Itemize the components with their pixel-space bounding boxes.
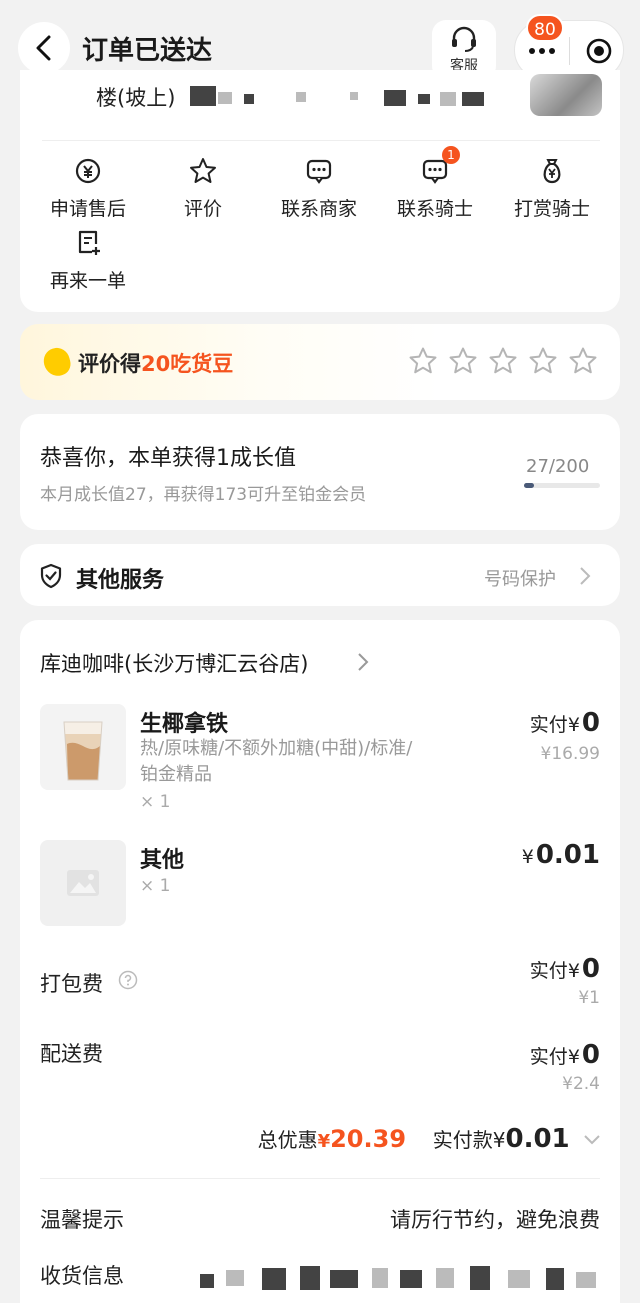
star-outline-icon[interactable] xyxy=(488,346,518,376)
paid-total-currency: ¥ xyxy=(492,1128,506,1152)
product-original-price: ¥16.99 xyxy=(540,744,600,764)
paid-amount: 0 xyxy=(581,708,600,738)
discount-currency: ¥ xyxy=(317,1131,331,1152)
chat-icon xyxy=(306,159,332,184)
product-name: 其他 xyxy=(140,848,185,873)
star-outline-icon[interactable] xyxy=(448,346,478,376)
rate-button[interactable]: 评价 xyxy=(145,156,261,221)
rating-reward: 20吃货豆 xyxy=(141,352,234,376)
chevron-down-icon xyxy=(584,1135,600,1145)
other-services-title: 其他服务 xyxy=(76,568,165,593)
address-text: 楼(坡上) xyxy=(96,86,176,110)
tip-label: 温馨提示 xyxy=(40,1208,124,1232)
currency-symbol: ¥ xyxy=(567,1046,580,1068)
rider-photo-thumbnail[interactable] xyxy=(530,74,602,116)
capsule-divider xyxy=(569,37,570,65)
image-placeholder-icon xyxy=(67,870,99,896)
packaging-fee-original: ¥1 xyxy=(578,988,600,1008)
growth-subtitle: 本月成长值27，再获得173可升至铂金会员 xyxy=(40,485,367,505)
delivery-fee-paid: 实付¥0 xyxy=(440,1040,600,1070)
currency-symbol: ¥ xyxy=(567,714,580,736)
chevron-left-icon xyxy=(36,35,51,61)
paid-label: 实付 xyxy=(529,1046,568,1068)
unread-badge: 1 xyxy=(442,146,460,164)
receiver-info-label: 收货信息 xyxy=(40,1264,124,1288)
paid-amount: 0 xyxy=(581,954,600,984)
paid-label: 实付 xyxy=(529,960,568,982)
headset-icon xyxy=(452,26,476,52)
packaging-fee-paid: 实付¥0 xyxy=(440,954,600,984)
action-label: 联系商家 xyxy=(280,198,357,220)
currency-symbol: ¥ xyxy=(567,960,580,982)
action-label: 评价 xyxy=(183,198,222,220)
product-name: 生椰拿铁 xyxy=(140,712,229,737)
discount-label: 总优惠 xyxy=(257,1128,318,1152)
growth-progress-track xyxy=(524,483,600,488)
growth-progress-text: 27/200 xyxy=(526,456,590,477)
star-outline-icon[interactable] xyxy=(408,346,438,376)
paid-amount: 0 xyxy=(581,1040,600,1070)
reorder-button[interactable]: 再来一单 xyxy=(30,228,146,293)
store-name-link[interactable]: 库迪咖啡(长沙万博汇云谷店) xyxy=(40,648,308,678)
action-label: 联系骑士 xyxy=(396,198,473,220)
currency-symbol: ¥ xyxy=(521,846,534,868)
product-quantity: × 1 xyxy=(140,792,171,812)
divider xyxy=(42,140,600,141)
order-total-summary[interactable]: 总优惠¥20.39 实付款¥0.01 xyxy=(230,1124,602,1154)
price-amount: 0.01 xyxy=(535,840,600,870)
growth-title: 恭喜你，本单获得1成长值 xyxy=(40,446,296,471)
growth-progress-fill xyxy=(524,483,534,488)
action-label: 申请售后 xyxy=(49,198,126,220)
action-label: 打赏骑士 xyxy=(513,198,590,220)
shield-check-icon xyxy=(40,563,62,589)
star-outline-icon[interactable] xyxy=(568,346,598,376)
yuan-refund-icon xyxy=(75,158,101,184)
rating-reward-text: 评价得20吃货豆 xyxy=(78,348,233,378)
money-bag-icon xyxy=(543,159,561,184)
tip-rider-button[interactable]: 打赏骑士 xyxy=(494,156,610,221)
help-circle-icon[interactable] xyxy=(118,970,138,990)
product-paid-price: 实付¥0 xyxy=(440,708,600,738)
product-spec-line1: 热/原味糖/不额外加糖(中甜)/标准/ xyxy=(140,738,413,759)
paid-label: 实付 xyxy=(529,714,568,736)
reorder-icon xyxy=(78,230,100,255)
delivery-fee-original: ¥2.4 xyxy=(562,1074,600,1094)
rating-prefix: 评价得 xyxy=(78,352,141,376)
product-spec-line2: 铂金精品 xyxy=(140,764,212,785)
target-circle-icon xyxy=(586,38,612,64)
chevron-right-icon xyxy=(580,567,591,585)
contact-merchant-button[interactable]: 联系商家 xyxy=(261,156,377,221)
chevron-right-icon xyxy=(358,653,369,671)
more-button[interactable] xyxy=(529,48,555,54)
packaging-fee-label: 打包费 xyxy=(40,972,103,996)
latte-cup-icon xyxy=(63,721,103,781)
product-quantity: × 1 xyxy=(140,876,171,896)
divider xyxy=(40,1178,600,1179)
product-image-placeholder[interactable] xyxy=(40,840,126,926)
number-protection-link[interactable]: 号码保护 xyxy=(484,565,556,591)
rating-stars[interactable] xyxy=(408,346,598,376)
tip-value: 请厉行节约，避免浪费 xyxy=(390,1208,600,1232)
discount-amount: 20.39 xyxy=(330,1125,407,1153)
star-outline-icon[interactable] xyxy=(528,346,558,376)
paid-total-label: 实付款 xyxy=(432,1128,493,1152)
product-image[interactable] xyxy=(40,704,126,790)
paid-total-amount: 0.01 xyxy=(505,1124,570,1154)
more-dots-icon xyxy=(529,48,555,54)
star-outline-icon xyxy=(190,158,216,183)
product-price: ¥0.01 xyxy=(440,840,600,870)
back-button[interactable] xyxy=(18,22,70,74)
delivery-fee-label: 配送费 xyxy=(40,1042,103,1066)
after-sale-button[interactable]: 申请售后 xyxy=(30,156,146,221)
action-label: 再来一单 xyxy=(49,270,126,292)
page-title: 订单已送达 xyxy=(82,36,213,66)
notification-badge: 80 xyxy=(526,14,564,42)
contact-rider-button[interactable]: 联系骑士 xyxy=(377,156,493,221)
close-miniprogram-button[interactable] xyxy=(585,37,613,69)
